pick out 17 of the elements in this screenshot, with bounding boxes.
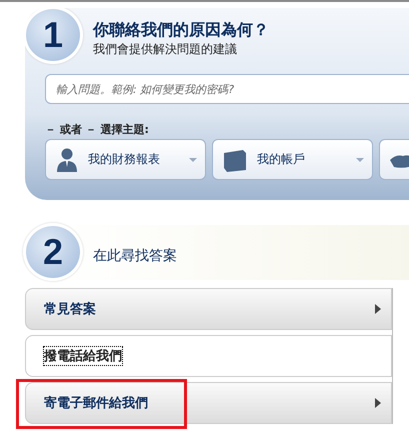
topic-dropdown[interactable]: 我的財務報表 — [45, 139, 206, 180]
list-item[interactable]: 撥電話給我們 — [25, 335, 392, 377]
caret-icon — [189, 158, 197, 162]
arrow-icon — [375, 304, 381, 314]
section-title: 在此尋找答案 — [93, 246, 177, 264]
section-subtitle: 我們會提供解決問題的建議 — [93, 41, 238, 58]
person-icon — [56, 148, 78, 172]
list-item[interactable]: 寄電子郵件給我們 — [25, 382, 392, 424]
arrow-icon — [375, 398, 381, 408]
list-item[interactable]: 常見答案 — [25, 288, 392, 330]
caret-icon — [356, 158, 364, 162]
step-number: 1 — [25, 8, 83, 64]
wallet-icon — [223, 148, 247, 172]
topic-prompt: － 或者 － 選擇主題: — [45, 122, 150, 137]
section-title: 你聯絡我們的原因為何？ — [93, 20, 269, 41]
search-field[interactable]: 輸入問題。範例: 如何變更我的密碼? — [45, 74, 409, 104]
topic-dropdown[interactable]: 我的帳戶 — [212, 139, 373, 180]
